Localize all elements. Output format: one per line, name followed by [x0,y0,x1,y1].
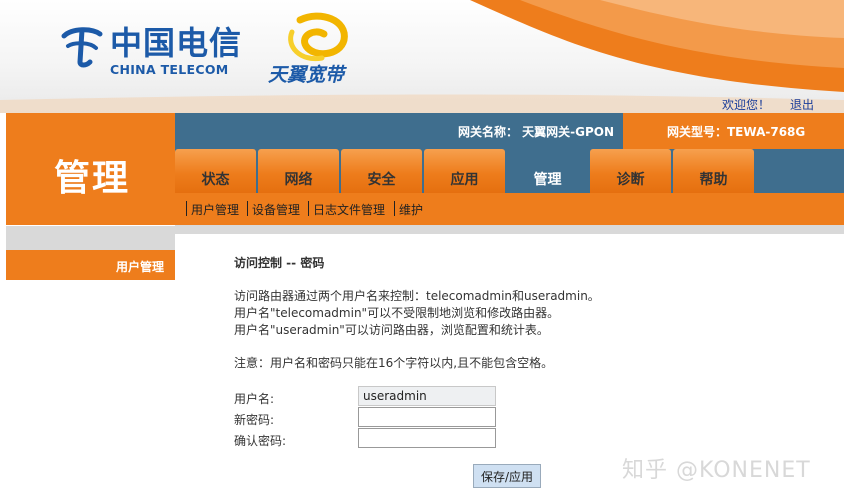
description-line-2: 用户名"telecomadmin"可以不受限制地浏览和修改路由器。 [234,306,560,320]
subnav-separator [308,201,309,216]
description-line-3: 用户名"useradmin"可以访问路由器，浏览配置和统计表。 [234,323,549,337]
logout-link[interactable]: 退出 [790,96,814,113]
tab-management[interactable]: 管理 [507,149,588,193]
username-field[interactable] [358,386,496,406]
subnav-separator [247,201,248,216]
subnav-maintenance[interactable]: 维护 [399,201,423,218]
tab-help[interactable]: 帮助 [673,149,754,193]
gateway-name: 网关名称： 天翼网关-GPON [458,125,615,139]
tab-network[interactable]: 网络 [258,149,339,193]
tianyi-broadband-text: 天翼宽带 [268,64,345,86]
watermark-text: 知乎 @KONENET [622,458,811,483]
subnav-device-management[interactable]: 设备管理 [252,201,300,218]
tab-application[interactable]: 应用 [424,149,505,193]
china-telecom-en-name: CHINA TELECOM [110,62,229,77]
new-password-label: 新密码: [234,413,275,427]
china-telecom-cn-name: 中国电信 [110,24,243,62]
tab-security[interactable]: 安全 [341,149,422,193]
subnav-log-management[interactable]: 日志文件管理 [313,201,385,218]
sidebar-divider [6,226,175,250]
confirm-password-label: 确认密码: [234,434,287,448]
content-divider [175,225,844,234]
tab-diagnostics[interactable]: 诊断 [590,149,671,193]
tab-status[interactable]: 状态 [175,149,256,193]
gateway-model: 网关型号：TEWA-768G [667,125,806,139]
sidebar-empty-area [6,280,175,500]
main-tabs: 状态 网络 安全 应用 管理 诊断 帮助 [175,149,844,193]
gateway-info-bar: 网关名称： 天翼网关-GPON 网关型号：TEWA-768G [175,113,844,149]
china-telecom-mark-icon [61,27,103,68]
description-line-1: 访问路由器通过两个用户名来控制：telecomadmin和useradmin。 [234,289,600,303]
gateway-model-box: 网关型号：TEWA-768G [623,113,844,149]
sub-navigation: 用户管理 设备管理 日志文件管理 维护 [175,193,844,225]
subnav-separator [394,201,395,216]
sidebar-item-user-management[interactable]: 用户管理 [6,250,175,280]
welcome-text: 欢迎您！ [722,98,771,112]
sidebar-item-label: 用户管理 [115,260,164,274]
username-label: 用户名: [234,392,275,406]
confirm-password-field[interactable] [358,428,496,448]
header-banner: 中国电信 CHINA TELECOM 天翼宽带 欢迎您！ 退出 [0,0,844,113]
save-apply-button[interactable]: 保存/应用 [473,464,541,488]
page-title-box: 管理 [6,113,175,225]
section-title: 访问控制 -- 密码 [234,256,325,270]
subnav-separator [186,201,187,216]
page-title: 管理 [54,158,131,199]
new-password-field[interactable] [358,407,496,427]
note-text: 注意：用户名和密码只能在16个字符以内,且不能包含空格。 [234,356,554,370]
subnav-user-management[interactable]: 用户管理 [191,201,239,218]
